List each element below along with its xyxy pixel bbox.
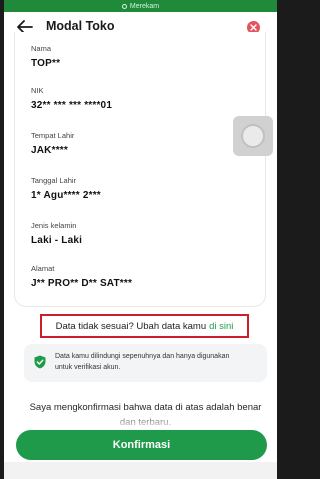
field-value: JAK**** [31, 145, 68, 156]
identity-card: Nama TOP** NIK 32** *** *** ****01 Tempa… [14, 32, 266, 307]
field-nik: NIK 32** *** *** ****01 [31, 86, 112, 111]
bottom-safe-area [4, 462, 277, 479]
floating-assistive-button[interactable] [233, 116, 273, 156]
recording-indicator: Merekam [4, 0, 277, 12]
field-tanggal-lahir: Tanggal Lahir 1* Agu**** 2*** [31, 176, 101, 201]
privacy-notice: Data kamu dilindungi sepenuhnya dan hany… [24, 344, 267, 382]
shield-check-icon [34, 355, 46, 369]
field-value: TOP** [31, 58, 61, 69]
screen: Merekam Modal Toko Nama TOP** NIK 32** *… [4, 0, 277, 479]
field-value: J** PRO** D** SAT*** [31, 278, 133, 289]
field-label: Tempat Lahir [31, 131, 75, 140]
assistive-touch-icon [241, 124, 265, 148]
confirmation-statement: Saya mengkonfirmasi bahwa data di atas a… [29, 402, 262, 428]
field-alamat: Alamat J** PRO** D** SAT*** [31, 264, 132, 289]
field-jenis-kelamin: Jenis kelamin Laki - Laki [31, 221, 82, 246]
field-label: Jenis kelamin [31, 221, 77, 230]
field-tempat-lahir: Tempat Lahir JAK**** [31, 131, 74, 156]
field-label: Tanggal Lahir [31, 176, 77, 185]
record-icon [121, 3, 127, 9]
field-label: Alamat [31, 264, 55, 273]
edit-data-link[interactable]: di sini [209, 321, 233, 332]
field-value: 32** *** *** ****01 [31, 100, 113, 111]
field-label: Nama [31, 44, 52, 53]
field-value: 1* Agu**** 2*** [31, 190, 101, 201]
confirm-button[interactable]: Konfirmasi [16, 430, 267, 460]
recording-label: Merekam [129, 2, 160, 10]
mismatch-text: Data tidak sesuai? Ubah data kamu [55, 320, 207, 332]
field-value: Laki - Laki [31, 235, 83, 246]
page-title: Modal Toko [46, 19, 115, 33]
edit-data-prompt: Data tidak sesuai? Ubah data kamu di sin… [40, 314, 249, 338]
notice-text: Data kamu dilindungi sepenuhnya dan hany… [55, 353, 230, 371]
field-label: NIK [31, 86, 44, 95]
close-icon [250, 24, 257, 31]
field-nama: Nama TOP** [31, 44, 60, 69]
